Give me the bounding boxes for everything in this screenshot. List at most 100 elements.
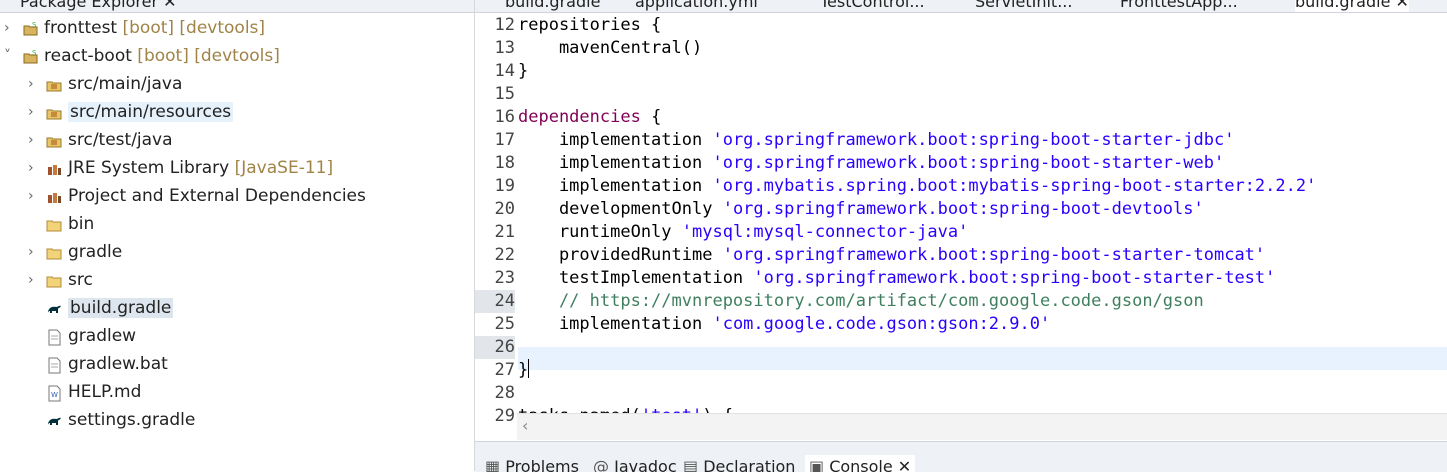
tree-item-label: src/test/java [68, 127, 173, 154]
tree-item-gradle[interactable]: › gradle [0, 239, 474, 266]
code-line[interactable]: providedRuntime 'org.springframework.boo… [518, 244, 1265, 267]
code-token: developmentOnly [518, 199, 723, 219]
tree-item-label: JRE System Library [JavaSE-11] [68, 155, 333, 182]
tree-item-help-md[interactable]: W HELP.md [0, 379, 474, 406]
console-icon: ▣ [809, 457, 830, 472]
chevron-right-icon[interactable]: › [28, 267, 40, 294]
tree-item-project-and-external-dependencies[interactable]: › Project and External Dependencies [0, 183, 474, 210]
code-line[interactable]: developmentOnly 'org.springframework.boo… [518, 198, 1204, 221]
keyword-token: dependencies [518, 107, 641, 127]
scroll-left-icon[interactable]: ‹ [522, 416, 528, 435]
code-line[interactable]: implementation 'org.springframework.boot… [518, 129, 1235, 152]
bottom-tab-problems[interactable]: ▦ Problems [485, 457, 579, 472]
code-line[interactable]: dependencies { [518, 106, 661, 129]
close-icon[interactable]: ✕ [893, 457, 911, 472]
bottom-tab-label: Declaration [703, 457, 796, 472]
tree-item-name: build.gradle [68, 298, 174, 318]
tree-item-gradlew[interactable]: gradlew [0, 323, 474, 350]
string-token: 'mysql:mysql-connector-java' [681, 222, 969, 242]
code-token: testImplementation [518, 268, 754, 288]
code-line[interactable]: runtimeOnly 'mysql:mysql-connector-java' [518, 221, 968, 244]
tree-item-react-boot[interactable]: ˅ Sreact-boot [boot] [devtools] [0, 43, 474, 70]
bottom-tab-console[interactable]: ▣ Console ✕ [805, 455, 916, 472]
tab-package-explorer[interactable]: Package Explorer ✕ [20, 0, 177, 11]
code-line[interactable]: } [518, 60, 528, 83]
tree-item-fronttest[interactable]: › Sfronttest [boot] [devtools] [0, 15, 474, 42]
tree-item-settings-gradle[interactable]: settings.gradle [0, 407, 474, 434]
tree-item-name: src/main/java [68, 74, 183, 94]
code-line[interactable]: implementation 'org.mybatis.spring.boot:… [518, 175, 1316, 198]
code-token: implementation [518, 153, 713, 173]
tree-item-src-main-java[interactable]: › src/main/java [0, 71, 474, 98]
tree-item-bin[interactable]: bin [0, 211, 474, 238]
tree-item-src[interactable]: › src [0, 267, 474, 294]
code-token: } [518, 360, 529, 380]
editor-tab-testcontrol[interactable]: TestControl... [820, 0, 925, 11]
code-line[interactable]: testImplementation 'org.springframework.… [518, 267, 1275, 290]
code-token: } [518, 61, 529, 81]
bottom-panel-tabbar: ▦ Problems @ Javadoc ▤ Declaration ▣ Consol… [475, 441, 1447, 472]
source-folder-icon [46, 76, 63, 93]
editor-tab-servletinit[interactable]: ServletInit... [975, 0, 1072, 11]
close-icon[interactable]: ✕ [163, 0, 176, 11]
code-line[interactable]: mavenCentral() [518, 37, 702, 60]
bottom-tab-label: Problems [505, 457, 579, 472]
source-folder-icon [46, 104, 63, 121]
svg-text:S: S [32, 21, 37, 29]
chevron-right-icon[interactable]: › [28, 155, 40, 182]
tree-item-build-gradle[interactable]: build.gradle [0, 295, 474, 322]
tree-item-label: Project and External Dependencies [68, 183, 366, 210]
code-line[interactable]: } [518, 359, 530, 382]
editor-tab-label: FronttestApp... [1120, 0, 1238, 11]
chevron-right-icon[interactable]: › [4, 15, 16, 42]
tree-item-decoration: [boot] [devtools] [131, 46, 280, 66]
tree-item-gradlew-bat[interactable]: gradlew.bat [0, 351, 474, 378]
editor-tab-application-yml[interactable]: application.yml [635, 0, 758, 11]
code-token: implementation [518, 314, 713, 334]
code-line[interactable]: implementation 'org.springframework.boot… [518, 152, 1224, 175]
code-text-area[interactable]: repositories { mavenCentral()} dependenci… [475, 12, 1447, 426]
javadoc-icon: @ [593, 457, 615, 472]
tree-item-name: src [68, 270, 93, 290]
chevron-right-icon[interactable]: › [28, 127, 40, 154]
chevron-down-icon[interactable]: ˅ [4, 43, 16, 70]
code-token: implementation [518, 176, 713, 196]
tree-item-name: fronttest [44, 18, 118, 38]
code-line[interactable]: implementation 'com.google.code.gson:gso… [518, 313, 1050, 336]
string-token: 'org.springframework.boot:spring-boot-de… [722, 199, 1204, 219]
editor-tab-build-gradle[interactable]: build.gradle ✕ [1295, 0, 1409, 12]
string-token: 'org.springframework.boot:spring-boot-st… [722, 245, 1266, 265]
tree-item-name: react-boot [44, 46, 132, 66]
bottom-tab-javadoc[interactable]: @ Javadoc [593, 457, 677, 472]
file-icon [46, 328, 63, 346]
editor-tab-build-gradle[interactable]: build.gradle [505, 0, 600, 11]
code-line[interactable]: repositories { [518, 14, 661, 37]
chevron-right-icon[interactable]: › [28, 239, 40, 266]
bottom-tab-label: Console [829, 457, 893, 472]
problems-icon: ▦ [485, 457, 506, 472]
code-token: mavenCentral() [518, 38, 703, 58]
close-icon[interactable]: ✕ [1390, 0, 1409, 11]
code-line[interactable]: // https://mvnrepository.com/artifact/co… [518, 290, 1204, 313]
string-token: 'com.google.code.gson:gson:2.9.0' [712, 314, 1051, 334]
tree-item-label: gradle [68, 239, 122, 266]
comment-token: // https://mvnrepository.com/artifact/co… [518, 291, 1204, 311]
chevron-right-icon[interactable]: › [28, 183, 40, 210]
project-icon: S [22, 20, 39, 37]
horizontal-scrollbar[interactable]: ‹ [517, 413, 1447, 440]
tree-item-label: HELP.md [68, 379, 141, 406]
folder-icon [46, 216, 63, 233]
tree-item-src-test-java[interactable]: › src/test/java [0, 127, 474, 154]
chevron-right-icon[interactable]: › [28, 71, 40, 98]
tree-item-label: src/main/java [68, 71, 182, 98]
package-explorer-tabbar: Package Explorer ✕ [0, 0, 474, 13]
tree-item-name: gradlew.bat [68, 354, 168, 374]
chevron-right-icon[interactable]: › [28, 99, 40, 126]
editor-tab-fronttestapp[interactable]: FronttestApp... [1120, 0, 1238, 11]
editor-tab-label: build.gradle [1295, 0, 1391, 11]
tree-item-src-main-resources[interactable]: › src/main/resources [0, 99, 474, 126]
bottom-tab-declaration[interactable]: ▤ Declaration [683, 457, 795, 472]
tree-item-jre-system-library[interactable]: › JRE System Library [JavaSE-11] [0, 155, 474, 182]
folder-icon [46, 244, 63, 261]
code-editor[interactable]: build.gradle application.yml TestControl..… [475, 0, 1447, 440]
